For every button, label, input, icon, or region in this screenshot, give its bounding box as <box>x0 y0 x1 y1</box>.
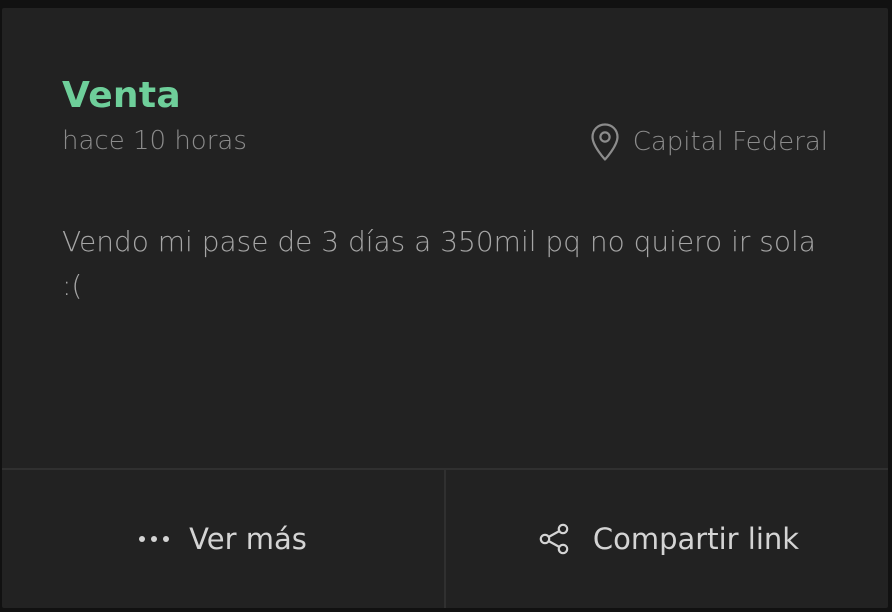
see-more-button[interactable]: Ver más <box>2 470 444 608</box>
share-link-button[interactable]: Compartir link <box>444 470 888 608</box>
post-description: Vendo mi pase de 3 días a 350mil pq no q… <box>62 225 816 302</box>
share-icon <box>539 523 569 555</box>
location-label: Capital Federal <box>632 127 828 157</box>
map-pin-icon <box>591 123 619 161</box>
see-more-label: Ver más <box>189 522 307 556</box>
post-time: hace 10 horas <box>62 126 247 156</box>
post-category: Venta <box>62 75 181 116</box>
post-location: Capital Federal <box>589 122 828 162</box>
listing-card: Venta hace 10 horas Capital Federal Vend… <box>2 8 888 608</box>
card-actions: Ver más Compartir link <box>2 468 888 608</box>
more-dots-icon <box>139 536 170 542</box>
share-link-label: Compartir link <box>592 522 800 556</box>
